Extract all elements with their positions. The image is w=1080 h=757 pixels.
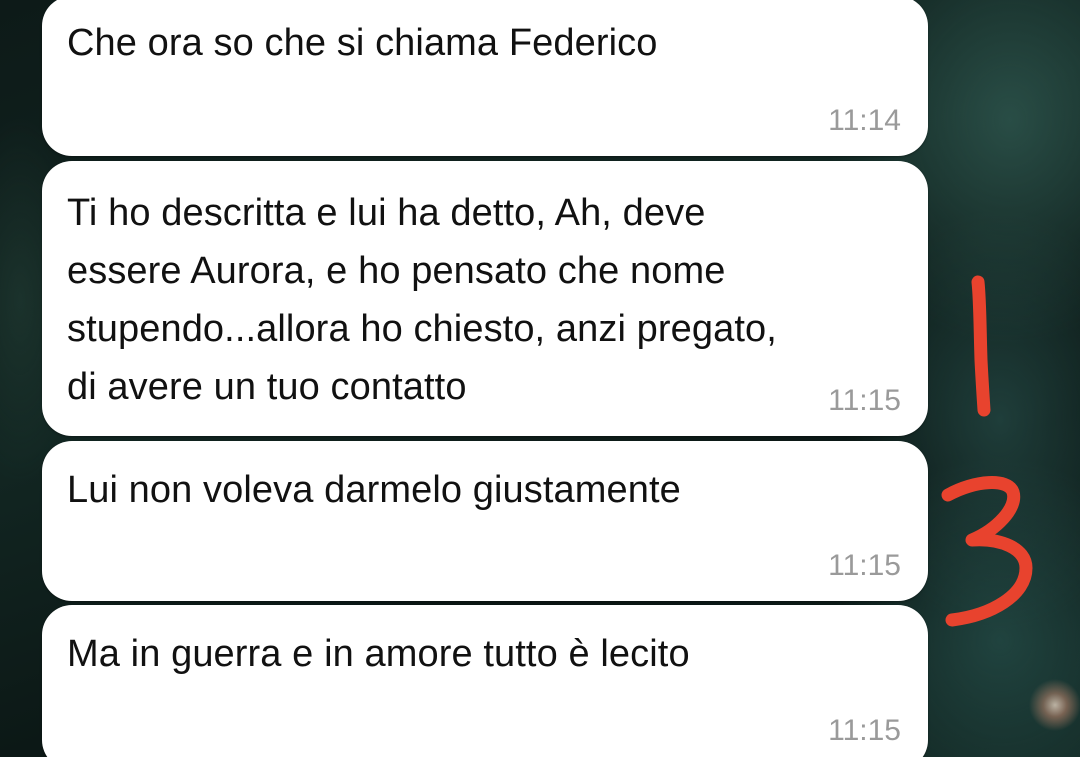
handwritten-digit-1 — [971, 275, 991, 417]
handwritten-digit-3 — [941, 476, 1033, 627]
handwritten-annotations — [941, 275, 1033, 627]
